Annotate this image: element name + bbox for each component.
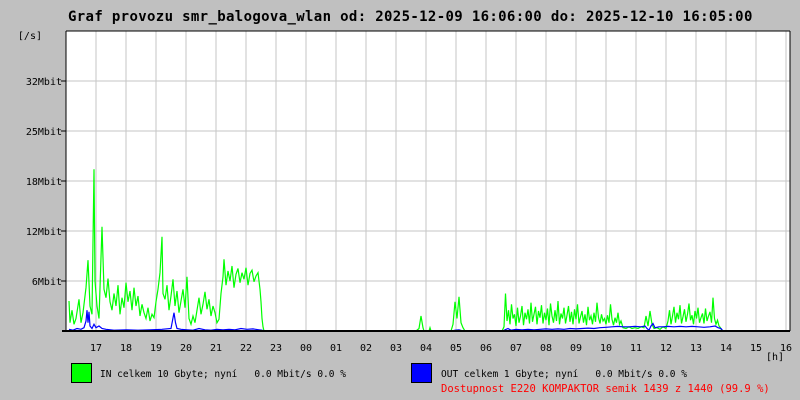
legend-in-label: IN celkem 10 Gbyte; nyní 0.0 Mbit/s 0.0 … — [100, 369, 346, 380]
x-axis-unit-label: [h] — [766, 352, 785, 363]
x-tick-label: 00 — [300, 343, 312, 354]
x-tick-label: 13 — [690, 343, 702, 354]
y-tick-label: 6Mbit — [32, 277, 62, 288]
x-tick-label: 02 — [360, 343, 372, 354]
x-tick-label: 14 — [720, 343, 732, 354]
y-tick-label: 12Mbit — [26, 227, 62, 238]
availability-status-text: Dostupnost E220 KOMPAKTOR semik 1439 z 1… — [441, 383, 770, 395]
x-tick-label: 10 — [600, 343, 612, 354]
x-tick-label: 08 — [540, 343, 552, 354]
x-tick-label: 03 — [390, 343, 402, 354]
x-tick-label: 22 — [240, 343, 252, 354]
legend-out-label: OUT celkem 1 Gbyte; nyní 0.0 Mbit/s 0.0 … — [441, 369, 687, 380]
x-tick-label: 06 — [480, 343, 492, 354]
x-tick-label: 07 — [510, 343, 522, 354]
y-tick-label: 32Mbit — [26, 77, 62, 88]
x-tick-label: 18 — [120, 343, 132, 354]
legend-in-swatch — [71, 363, 92, 383]
x-tick-label: 11 — [630, 343, 642, 354]
x-tick-label: 12 — [660, 343, 672, 354]
x-tick-label: 17 — [90, 343, 102, 354]
x-tick-label: 21 — [210, 343, 222, 354]
x-tick-label: 01 — [330, 343, 342, 354]
x-tick-label: 05 — [450, 343, 462, 354]
y-tick-label: 25Mbit — [26, 127, 62, 138]
traffic-chart: 17 18 19 20 21 22 23 00 01 02 03 04 05 06 07 08 09 10 11 12… — [26, 30, 792, 354]
x-tick-label: 04 — [420, 343, 432, 354]
x-tick-label: 20 — [180, 343, 192, 354]
x-tick-label: 15 — [750, 343, 762, 354]
x-tick-label: 19 — [150, 343, 162, 354]
x-tick-label: 23 — [270, 343, 282, 354]
y-tick-label: 18Mbit — [26, 177, 62, 188]
traffic-graph-page: Graf provozu smr_balogova_wlan od: 2025-… — [0, 0, 800, 400]
x-tick-label: 09 — [570, 343, 582, 354]
legend-out-swatch — [411, 363, 432, 383]
